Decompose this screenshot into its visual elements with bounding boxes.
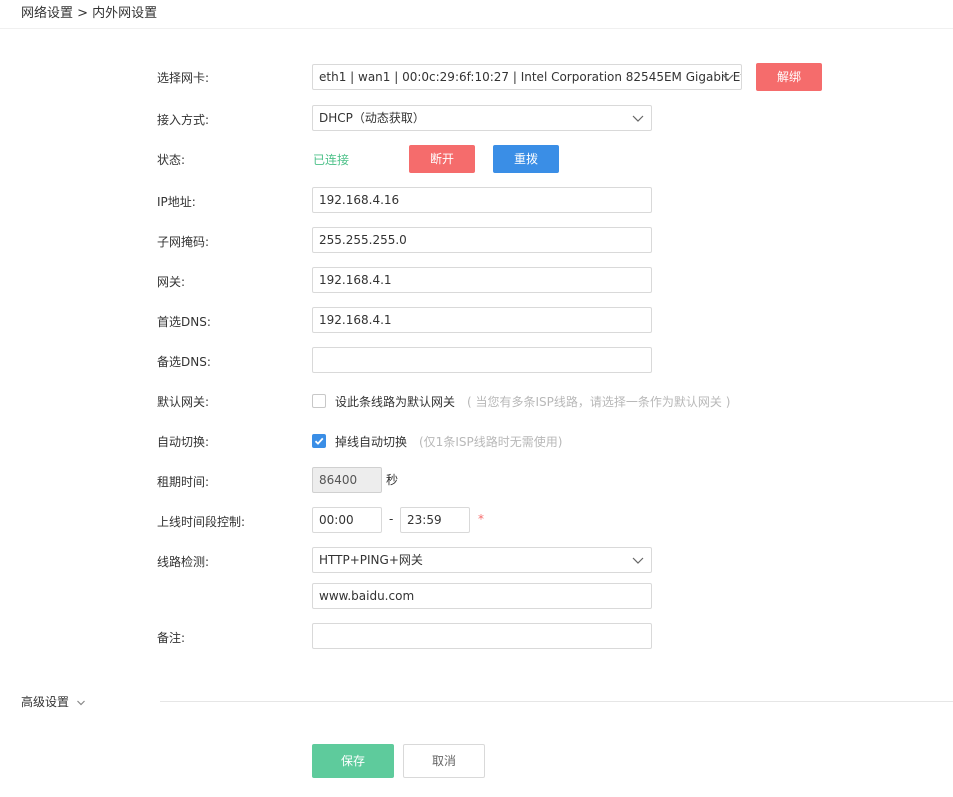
secondary-dns-label: 备选DNS: — [157, 355, 211, 369]
chevron-down-icon — [632, 557, 644, 564]
lease-time-unit: 秒 — [386, 473, 399, 487]
netmask-label: 子网掩码: — [157, 235, 210, 249]
chevron-down-icon — [722, 74, 734, 81]
advanced-settings-toggle[interactable]: 高级设置 — [21, 693, 86, 710]
remark-label: 备注: — [157, 631, 186, 645]
default-gateway-label: 默认网关: — [157, 395, 210, 409]
access-mode-select[interactable]: DHCP（动态获取） — [312, 105, 652, 131]
advanced-settings-label: 高级设置 — [21, 695, 70, 709]
access-mode-value: DHCP（动态获取） — [319, 111, 425, 125]
required-mark: * — [478, 512, 484, 526]
auto-switch-label: 自动切换: — [157, 435, 210, 449]
chevron-down-icon — [632, 115, 644, 122]
nic-label: 选择网卡: — [157, 71, 210, 85]
remark-input[interactable] — [312, 623, 652, 649]
online-end-time-input[interactable] — [400, 507, 470, 533]
ip-label: IP地址: — [157, 195, 196, 209]
gateway-label: 网关: — [157, 275, 186, 289]
advanced-divider — [160, 701, 953, 702]
time-range-separator: - — [389, 512, 394, 526]
primary-dns-label: 首选DNS: — [157, 315, 211, 329]
auto-switch-hint: (仅1条ISP线路时无需使用) — [419, 435, 563, 449]
default-gateway-hint: ( 当您有多条ISP线路，请选择一条作为默认网关 ) — [467, 395, 731, 409]
default-gateway-checkbox[interactable] — [312, 394, 326, 408]
cancel-button[interactable]: 取消 — [403, 744, 485, 778]
check-icon — [314, 437, 324, 445]
nic-select[interactable]: eth1 | wan1 | 00:0c:29:6f:10:27 | Intel … — [312, 64, 742, 90]
save-button[interactable]: 保存 — [312, 744, 394, 778]
secondary-dns-input[interactable] — [312, 347, 652, 373]
line-check-label: 线路检测: — [157, 555, 210, 569]
primary-dns-input[interactable] — [312, 307, 652, 333]
line-check-method-select[interactable]: HTTP+PING+网关 — [312, 547, 652, 573]
status-label: 状态: — [157, 153, 186, 167]
auto-switch-checkbox[interactable] — [312, 434, 326, 448]
redial-button[interactable]: 重拨 — [493, 145, 559, 173]
gateway-input[interactable] — [312, 267, 652, 293]
netmask-input[interactable] — [312, 227, 652, 253]
chevron-down-icon — [76, 700, 85, 705]
line-check-method-value: HTTP+PING+网关 — [319, 553, 423, 567]
unbind-button[interactable]: 解绑 — [756, 63, 822, 91]
access-mode-label: 接入方式: — [157, 113, 210, 127]
default-gateway-checkbox-label[interactable]: 设此条线路为默认网关 — [335, 393, 455, 410]
nic-select-value: eth1 | wan1 | 00:0c:29:6f:10:27 | Intel … — [319, 70, 742, 84]
ip-input[interactable] — [312, 187, 652, 213]
line-check-target-input[interactable] — [312, 583, 652, 609]
auto-switch-checkbox-label[interactable]: 掉线自动切换 — [335, 433, 407, 450]
connection-status: 已连接 — [313, 153, 350, 167]
header-divider — [0, 28, 953, 29]
disconnect-button[interactable]: 断开 — [409, 145, 475, 173]
online-start-time-input[interactable] — [312, 507, 382, 533]
lease-time-input — [312, 467, 382, 493]
breadcrumb: 网络设置 > 内外网设置 — [21, 6, 158, 21]
lease-time-label: 租期时间: — [157, 475, 210, 489]
online-time-label: 上线时间段控制: — [157, 515, 246, 529]
